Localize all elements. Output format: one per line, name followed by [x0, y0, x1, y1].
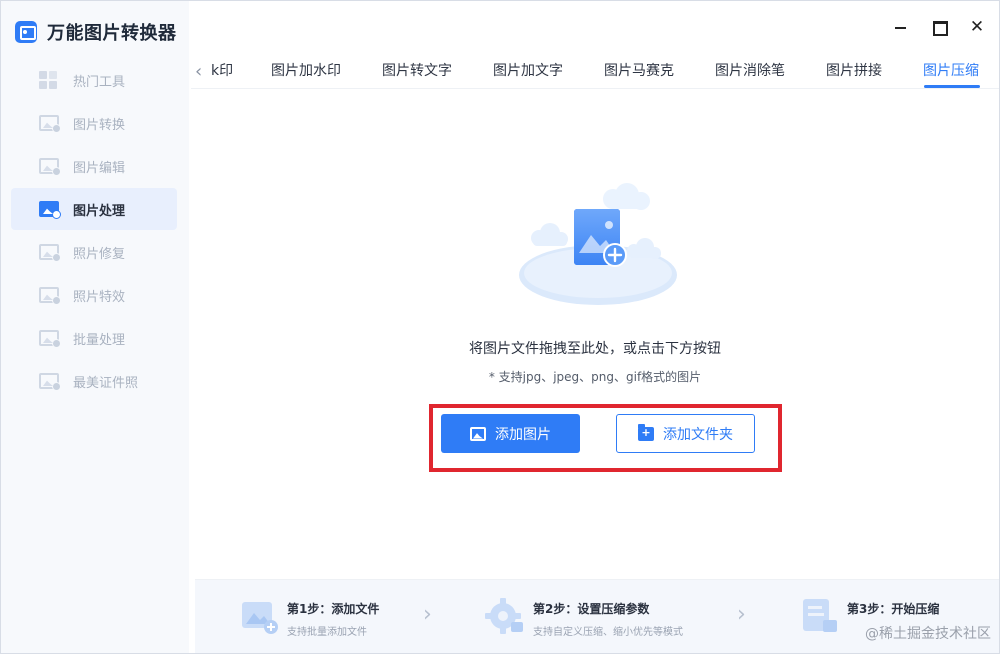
- batch-icon: [39, 330, 61, 348]
- tab-compress[interactable]: 图片压缩: [923, 60, 979, 80]
- photo-repair-icon: [39, 244, 61, 262]
- maximize-button[interactable]: [931, 19, 948, 36]
- chevron-left-icon[interactable]: ‹: [195, 61, 202, 82]
- tab-mosaic[interactable]: 图片马赛克: [604, 60, 674, 80]
- sidebar-item-label: 图片转换: [73, 117, 126, 133]
- active-tab-indicator: [924, 85, 980, 88]
- sidebar-item-label: 最美证件照: [73, 375, 139, 391]
- sidebar-item-label: 照片特效: [73, 289, 126, 305]
- window-controls: ✕: [893, 19, 985, 36]
- image-process-icon: [39, 201, 61, 219]
- sidebar-item-label: 图片处理: [73, 203, 126, 219]
- image-edit-icon: [39, 158, 61, 176]
- supported-formats: * 支持jpg、jpeg、png、gif格式的图片: [488, 370, 702, 384]
- sidebar-item-photo-repair[interactable]: 照片修复: [11, 231, 177, 273]
- folder-plus-icon: [638, 423, 654, 441]
- add-image-button[interactable]: 添加图片: [441, 414, 580, 453]
- step-1: 第1步：添加文件 支持批量添加文件: [239, 596, 379, 638]
- drop-zone[interactable]: 将图片文件拖拽至此处，或点击下方按钮 * 支持jpg、jpeg、png、gif格…: [191, 91, 999, 577]
- chevron-right-icon: ›: [737, 602, 746, 627]
- sidebar-item-label: 图片编辑: [73, 160, 126, 176]
- close-button[interactable]: ✕: [969, 19, 985, 36]
- add-image-label: 添加图片: [495, 426, 551, 443]
- step-2-desc: 支持自定义压缩、缩小优先等模式: [533, 627, 683, 638]
- drop-hint: 将图片文件拖拽至此处，或点击下方按钮: [469, 341, 721, 357]
- sidebar-item-image-edit[interactable]: 图片编辑: [11, 145, 177, 187]
- sidebar-item-photo-effect[interactable]: 照片特效: [11, 274, 177, 316]
- add-file-step-icon: [242, 602, 278, 634]
- app-logo-icon: [15, 21, 37, 43]
- tab-add-text[interactable]: 图片加文字: [493, 60, 563, 80]
- sidebar: 万能图片转换器 热门工具 图片转换 图片编辑 图片处理 照片修复 照片特效 批量…: [1, 1, 189, 653]
- sidebar-item-label: 照片修复: [73, 246, 126, 262]
- step-2: 第2步：设置压缩参数 支持自定义压缩、缩小优先等模式: [485, 596, 683, 638]
- add-folder-button[interactable]: 添加文件夹: [616, 414, 755, 453]
- upload-illustration-icon: [519, 183, 677, 305]
- tab-image-to-text[interactable]: 图片转文字: [382, 60, 452, 80]
- settings-gear-icon: [485, 598, 523, 634]
- sidebar-item-label: 热门工具: [73, 74, 126, 90]
- tab-eraser[interactable]: 图片消除笔: [715, 60, 785, 80]
- watermark: @稀土掘金技术社区: [865, 626, 991, 642]
- sidebar-item-hot-tools[interactable]: 热门工具: [11, 59, 177, 101]
- step-2-title: 第2步：设置压缩参数: [533, 602, 650, 616]
- app-window: 万能图片转换器 热门工具 图片转换 图片编辑 图片处理 照片修复 照片特效 批量…: [0, 0, 1000, 654]
- sidebar-item-image-process[interactable]: 图片处理: [11, 188, 177, 230]
- tab-stitch[interactable]: 图片拼接: [826, 60, 882, 80]
- image-convert-icon: [39, 115, 61, 133]
- id-photo-icon: [39, 373, 61, 391]
- start-compress-icon: [803, 599, 837, 632]
- tool-tabs: ‹ k印 图片加水印 图片转文字 图片加文字 图片马赛克 图片消除笔 图片拼接 …: [191, 51, 999, 89]
- sidebar-item-batch[interactable]: 批量处理: [11, 317, 177, 359]
- chevron-right-icon: ›: [423, 602, 432, 627]
- image-icon: [470, 426, 486, 441]
- step-3-title: 第3步：开始压缩: [847, 602, 940, 616]
- app-header: 万能图片转换器: [15, 17, 177, 47]
- grid-icon: [39, 71, 59, 89]
- tab-add-watermark[interactable]: 图片加水印: [271, 60, 341, 80]
- step-1-title: 第1步：添加文件: [287, 602, 380, 616]
- sidebar-item-id-photo[interactable]: 最美证件照: [11, 360, 177, 402]
- minimize-button[interactable]: [893, 19, 909, 35]
- app-title: 万能图片转换器: [47, 23, 177, 44]
- step-1-desc: 支持批量添加文件: [287, 627, 367, 638]
- tab-watermark-partial[interactable]: k印: [211, 60, 233, 80]
- sidebar-nav: 热门工具 图片转换 图片编辑 图片处理 照片修复 照片特效 批量处理 最美证件照: [11, 59, 177, 403]
- sidebar-item-image-convert[interactable]: 图片转换: [11, 102, 177, 144]
- photo-effect-icon: [39, 287, 61, 305]
- sidebar-item-label: 批量处理: [73, 332, 126, 348]
- add-folder-label: 添加文件夹: [663, 426, 733, 443]
